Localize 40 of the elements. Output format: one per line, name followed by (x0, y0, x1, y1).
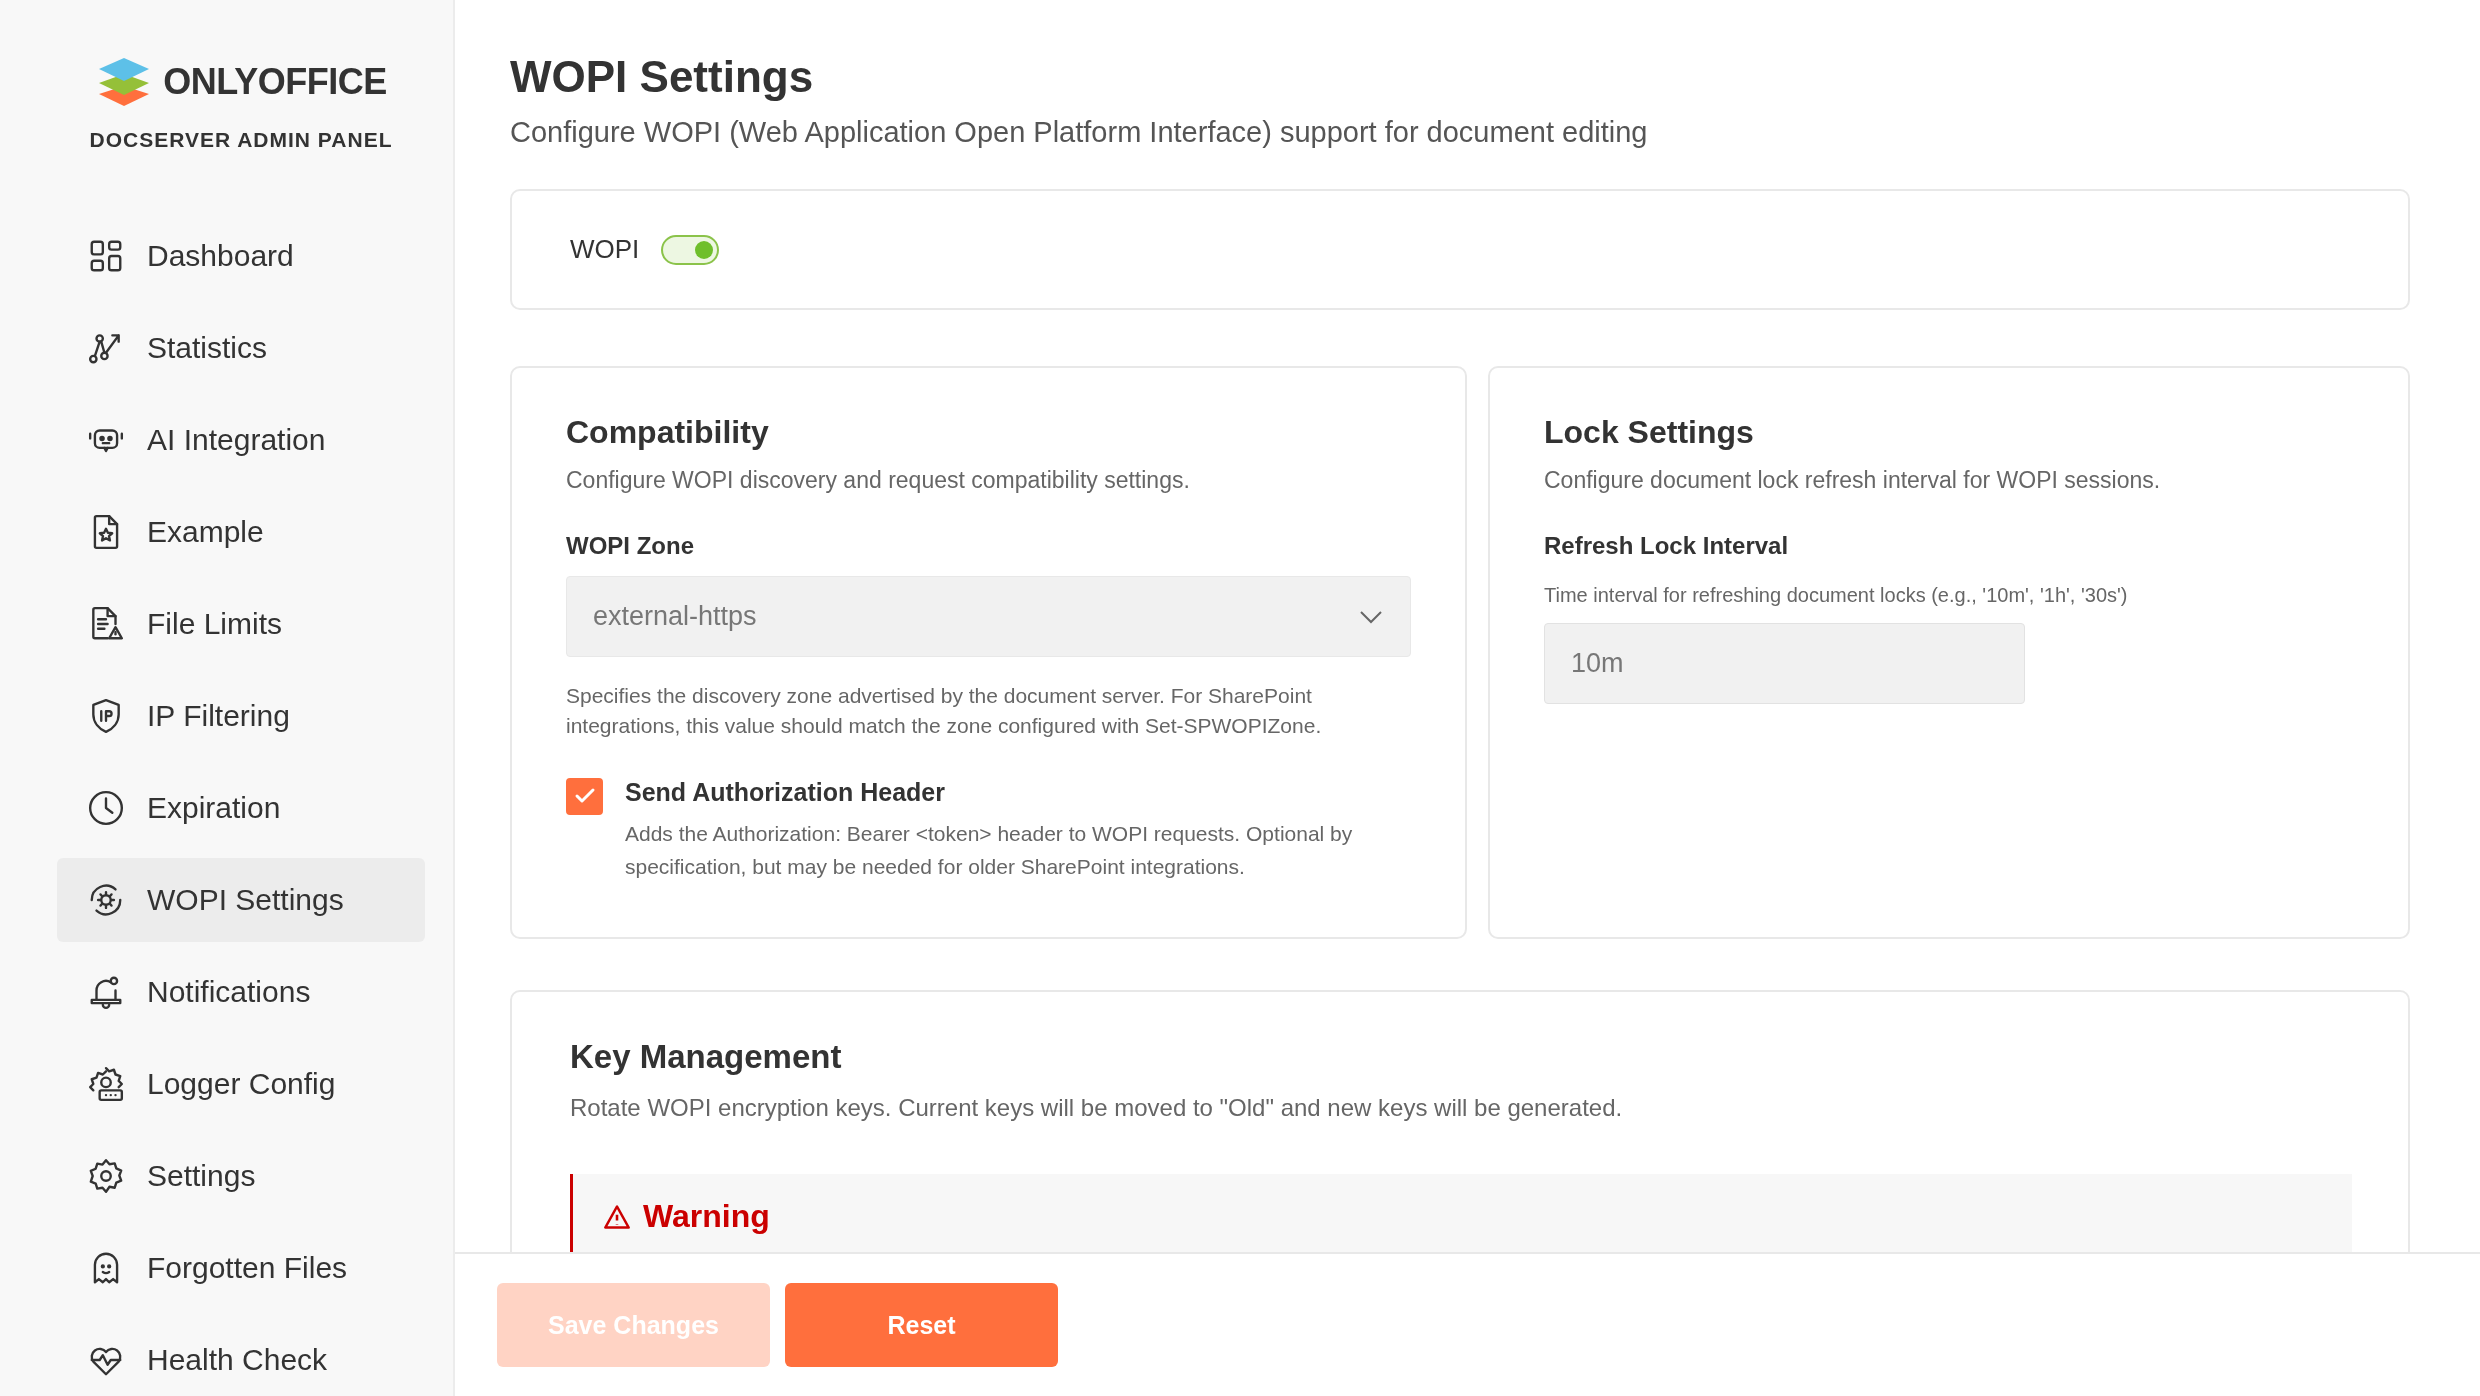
sidebar-item[interactable]: Health Check (57, 1318, 425, 1396)
gear-icon (87, 1157, 125, 1195)
field-label: WOPI Zone (566, 532, 695, 560)
gear-server-icon (87, 1065, 125, 1103)
caret-icon (1358, 608, 1384, 625)
field-label: Refresh Lock Interval (1544, 532, 1790, 560)
panel-subtitle: DOCSERVER ADMIN PANEL (89, 128, 393, 152)
sidebar-item[interactable]: Logger Config (57, 1042, 425, 1126)
sidebar-item[interactable]: File Limits (57, 582, 425, 666)
checkbox[interactable] (566, 777, 603, 815)
sidebar-item[interactable]: Expiration (57, 766, 425, 850)
checkbox-description: Adds the Authorization: Bearer <token> header to WOPI requests. Optional by specification, but may be needed for older SharePoint integrations. (625, 820, 1354, 881)
card-description: Configure document lock refresh interval for WOPI sessions. (1544, 467, 2162, 494)
brand-name: ONLYOFFICE (163, 61, 387, 103)
toggle-label: WOPI (570, 234, 640, 265)
card-title: Lock Settings (1544, 414, 1755, 451)
sidebar-item[interactable]: IP Filtering (57, 674, 425, 758)
sidebar-item[interactable]: Notifications (57, 950, 425, 1034)
sidebar-item[interactable]: WOPI Settings (57, 858, 425, 942)
page-title: WOPI Settings (510, 52, 815, 102)
sidebar-item[interactable]: Dashboard (57, 214, 425, 298)
card-title: Compatibility (566, 414, 770, 451)
sidebar-item[interactable]: Statistics (57, 306, 425, 390)
warning-title: Warning (643, 1198, 770, 1235)
card-description: Configure WOPI discovery and request compatibility settings. (566, 467, 1191, 494)
sidebar-item[interactable]: Settings (57, 1134, 425, 1218)
card-description: Rotate WOPI encryption keys. Current keys will be moved to "Old" and new keys will be generated. (570, 1094, 1624, 1122)
zone-dropdown[interactable]: external-https (566, 576, 1411, 657)
page-subtitle: Configure WOPI (Web Application Open Platform Interface) support for document editing (510, 116, 1649, 149)
clock-icon (87, 789, 125, 827)
sidebar-item[interactable]: AI Integration (57, 398, 425, 482)
help-text: Specifies the discovery zone advertised by the document server. For SharePoint integrations, this value should match the zone configured with Set-SPWOPIZone. (566, 683, 1323, 740)
field-hint: Time interval for refreshing document locks (e.g., '10m', '1h', '30s') (1544, 584, 2129, 607)
card-title: Key Management (570, 1038, 843, 1076)
warning-icon (603, 1202, 631, 1231)
checkbox-label: Send Authorization Header (625, 777, 946, 807)
sidebar-item[interactable]: Forgotten Files (57, 1226, 425, 1310)
wopi-toggle[interactable] (661, 234, 720, 265)
input-field[interactable]: 10m (1544, 623, 2025, 704)
sidebar-item[interactable]: Example (57, 490, 425, 574)
